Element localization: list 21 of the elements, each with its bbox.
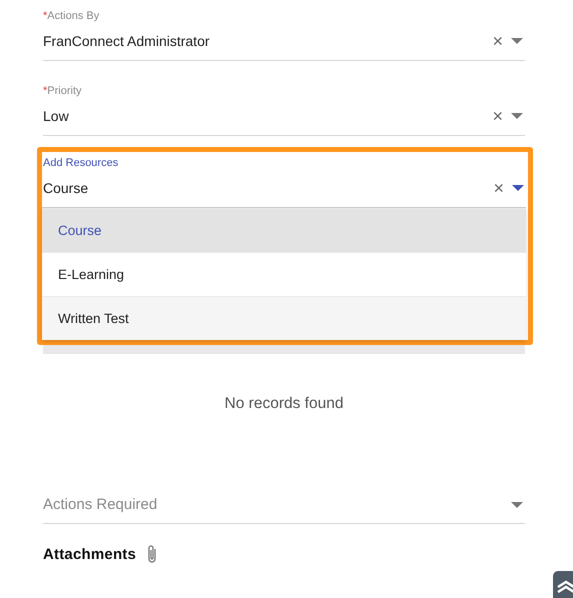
- caret-icon[interactable]: [512, 185, 524, 191]
- field-label: Add Resources: [43, 157, 118, 171]
- select-field[interactable]: *Priority Low ×: [43, 81, 525, 136]
- field-value: Course: [43, 180, 90, 196]
- dropdown-option[interactable]: E-Learning: [42, 252, 526, 296]
- caret-icon[interactable]: [511, 38, 523, 44]
- dropdown-option[interactable]: Written Test: [42, 296, 526, 340]
- field-value: FranConnect Administrator: [43, 33, 211, 49]
- field-label: *Priority: [43, 85, 82, 99]
- paperclip-icon[interactable]: [146, 544, 158, 564]
- clear-button[interactable]: ×: [492, 107, 503, 125]
- field-label: *Actions By: [43, 10, 100, 24]
- empty-message: No records found: [224, 395, 344, 412]
- caret-icon[interactable]: [511, 113, 523, 119]
- caret-icon[interactable]: [511, 502, 523, 508]
- field-value: Low: [43, 108, 70, 124]
- clear-button[interactable]: ×: [493, 179, 504, 197]
- attachments-label: Attachments: [43, 546, 136, 562]
- dropdown-option[interactable]: Course: [42, 208, 526, 252]
- clear-button[interactable]: ×: [492, 32, 503, 50]
- select-field[interactable]: *Actions By FranConnect Administrator ×: [43, 6, 525, 61]
